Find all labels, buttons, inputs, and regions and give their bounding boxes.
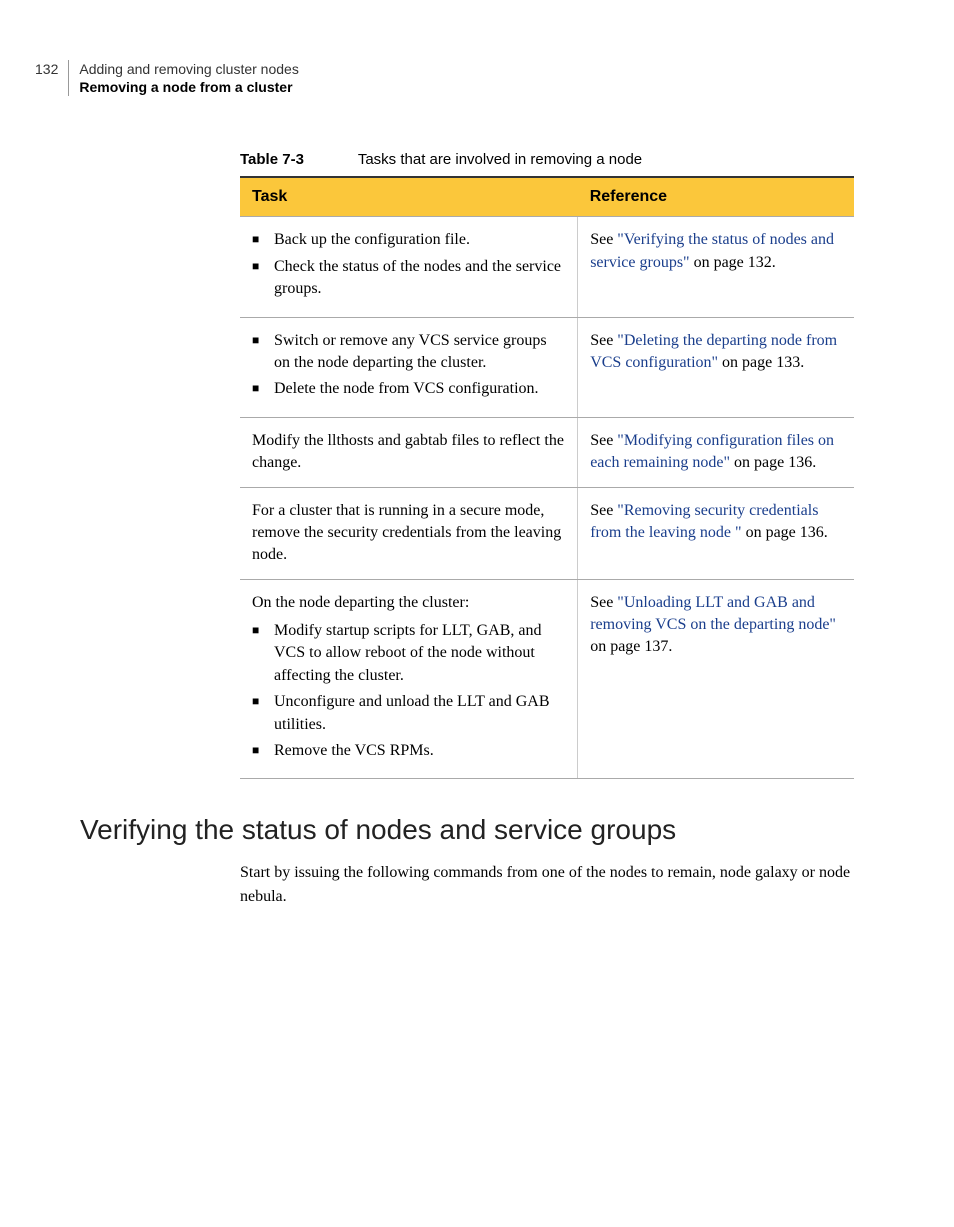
section-heading: Verifying the status of nodes and servic… (0, 814, 954, 846)
task-cell: For a cluster that is running in a secur… (240, 487, 578, 579)
task-cell: Switch or remove any VCS service groups … (240, 317, 578, 417)
column-header-task: Task (240, 177, 578, 217)
page: 132 Adding and removing cluster nodes Re… (0, 0, 954, 1227)
page-number: 132 (35, 60, 58, 78)
task-lead: On the node departing the cluster: (252, 592, 565, 614)
list-item: Modify startup scripts for LLT, GAB, and… (252, 620, 565, 687)
section-body: Start by issuing the following commands … (0, 861, 954, 907)
ref-suffix: on page 136. (730, 454, 816, 471)
reference-cell: See "Verifying the status of nodes and s… (578, 217, 854, 317)
reference-cell: See "Deleting the departing node from VC… (578, 317, 854, 417)
list-item: Check the status of the nodes and the se… (252, 256, 565, 301)
section-title: Removing a node from a cluster (79, 78, 298, 96)
ref-suffix: on page 133. (718, 354, 804, 371)
reference-cell: See "Modifying configuration files on ea… (578, 417, 854, 487)
ref-prefix: See (590, 231, 617, 248)
ref-prefix: See (590, 594, 617, 611)
ref-suffix: on page 137. (590, 638, 672, 655)
chapter-title: Adding and removing cluster nodes (79, 60, 298, 78)
table-row: For a cluster that is running in a secur… (240, 487, 854, 579)
ref-link[interactable]: "Unloading LLT and GAB and removing VCS … (590, 594, 836, 633)
table-description: Tasks that are involved in removing a no… (358, 151, 642, 168)
table-block: Table 7-3 Tasks that are involved in rem… (0, 151, 954, 779)
reference-cell: See "Removing security credentials from … (578, 487, 854, 579)
task-cell: Modify the llthosts and gabtab files to … (240, 417, 578, 487)
header-text-block: Adding and removing cluster nodes Removi… (68, 60, 298, 96)
table-row: On the node departing the cluster: Modif… (240, 579, 854, 779)
ref-suffix: on page 136. (742, 524, 828, 541)
table-label: Table 7-3 (240, 151, 304, 168)
reference-cell: See "Unloading LLT and GAB and removing … (578, 579, 854, 779)
ref-prefix: See (590, 432, 617, 449)
task-cell: Back up the configuration file. Check th… (240, 217, 578, 317)
table-caption: Table 7-3 Tasks that are involved in rem… (240, 151, 854, 168)
list-item: Switch or remove any VCS service groups … (252, 330, 565, 375)
list-item: Delete the node from VCS configuration. (252, 378, 565, 400)
task-cell: On the node departing the cluster: Modif… (240, 579, 578, 779)
ref-prefix: See (590, 332, 617, 349)
column-header-reference: Reference (578, 177, 854, 217)
ref-suffix: on page 132. (690, 254, 776, 271)
tasks-table: Task Reference Back up the configuration… (240, 176, 854, 779)
list-item: Remove the VCS RPMs. (252, 740, 565, 762)
table-row: Switch or remove any VCS service groups … (240, 317, 854, 417)
table-row: Modify the llthosts and gabtab files to … (240, 417, 854, 487)
table-row: Back up the configuration file. Check th… (240, 217, 854, 317)
ref-prefix: See (590, 502, 617, 519)
page-header: 132 Adding and removing cluster nodes Re… (0, 60, 954, 96)
list-item: Unconfigure and unload the LLT and GAB u… (252, 691, 565, 736)
list-item: Back up the configuration file. (252, 229, 565, 251)
